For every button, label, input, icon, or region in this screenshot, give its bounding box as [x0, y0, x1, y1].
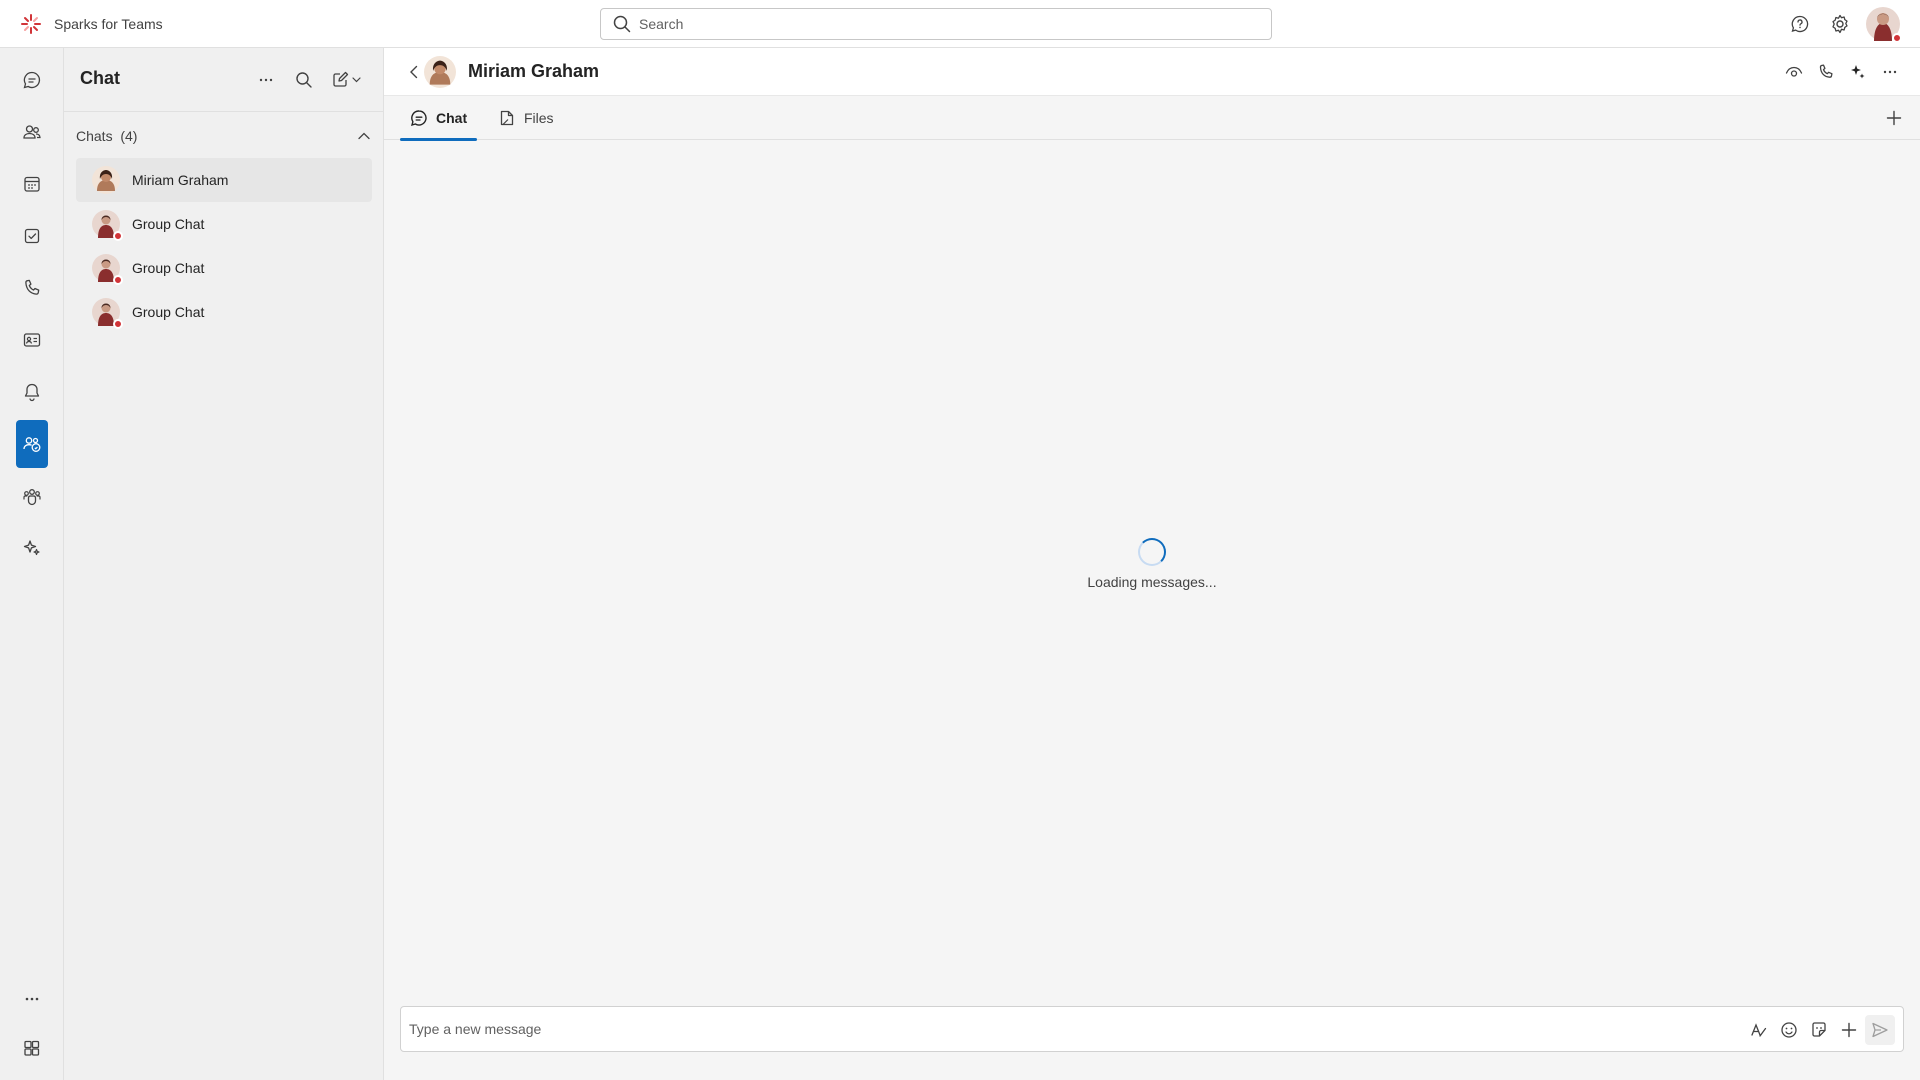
avatar [92, 298, 123, 329]
loading-indicator: Loading messages... [384, 538, 1920, 590]
chat-list-title: Chat [80, 68, 120, 88]
loading-text: Loading messages... [1087, 574, 1217, 590]
presence-busy-badge [113, 275, 123, 285]
avatar [92, 166, 120, 194]
plus-icon[interactable] [1835, 1016, 1863, 1044]
rail-chat-button[interactable] [16, 56, 48, 104]
top-right-controls [1786, 6, 1902, 43]
app-rail [0, 48, 64, 1080]
rail-community-button[interactable] [16, 420, 48, 468]
conversation-actions [1780, 58, 1904, 86]
eye-icon[interactable] [1780, 58, 1808, 86]
presence-busy-badge [113, 319, 123, 329]
chat-item-name: Miriam Graham [132, 172, 229, 188]
people-chat-icon [22, 434, 42, 454]
sparkle-icon [22, 538, 42, 558]
new-chat-icon[interactable] [328, 66, 368, 94]
spinner-icon [1138, 538, 1166, 566]
conversation-title: Miriam Graham [468, 61, 600, 81]
chat-icon [22, 70, 42, 90]
search-icon [613, 15, 631, 33]
rail-activity-button[interactable] [16, 368, 48, 416]
rail-copilot-button[interactable] [16, 524, 48, 572]
apps-icon [22, 1038, 42, 1058]
presence-busy-badge [1892, 33, 1902, 43]
search-box[interactable] [600, 8, 1272, 40]
chat-item-miriam-graham[interactable]: Miriam Graham [76, 158, 372, 202]
bell-icon [22, 382, 42, 402]
app-title: Sparks for Teams [54, 16, 163, 32]
chat-item-group-chat[interactable]: Group Chat [76, 290, 372, 334]
message-input[interactable] [409, 1015, 1709, 1043]
chat-item-name: Group Chat [132, 260, 205, 276]
avatar [92, 254, 123, 285]
more-icon [22, 989, 42, 1009]
chats-count: (4) [120, 128, 138, 144]
more-options-icon[interactable] [252, 66, 280, 94]
conversation-header: Miriam Graham [384, 48, 1920, 96]
brand: Sparks for Teams [20, 12, 163, 36]
chat-item-group-chat[interactable]: Group Chat [76, 246, 372, 290]
chevron-up-icon[interactable] [356, 128, 372, 144]
conversation-tabs: Chat Files [384, 96, 1920, 141]
sparks-logo-icon [20, 13, 42, 35]
rail-apps-button[interactable] [16, 1024, 48, 1072]
rail-teams-button[interactable] [16, 472, 48, 520]
avatar [92, 210, 123, 241]
search-chats-icon[interactable] [290, 66, 318, 94]
calls-icon [22, 278, 42, 298]
settings-icon[interactable] [1826, 10, 1854, 38]
tab-label: Files [524, 110, 554, 126]
tab-chat[interactable]: Chat [400, 96, 478, 141]
message-composer[interactable] [400, 1006, 1904, 1052]
add-tab-plus-icon[interactable] [1880, 104, 1908, 132]
rail-contacts-button[interactable] [16, 316, 48, 364]
composer-actions [1745, 1015, 1895, 1045]
chats-section-header[interactable]: Chats (4) [76, 124, 372, 148]
chats-section-label: Chats (4) [76, 128, 138, 144]
top-bar: Sparks for Teams [0, 0, 1920, 48]
chat-item-name: Group Chat [132, 304, 205, 320]
chat-icon [410, 109, 428, 127]
emoji-icon[interactable] [1775, 1016, 1803, 1044]
chat-item-name: Group Chat [132, 216, 205, 232]
help-icon[interactable] [1786, 10, 1814, 38]
format-icon[interactable] [1745, 1016, 1773, 1044]
chat-item-group-chat[interactable]: Group Chat [76, 202, 372, 246]
rail-calendar-button[interactable] [16, 160, 48, 208]
tab-label: Chat [436, 110, 468, 126]
chat-list-actions [252, 66, 368, 94]
more-options-icon[interactable] [1876, 58, 1904, 86]
teams-icon [22, 486, 42, 506]
conversation-pane: Miriam Graham Chat Files Loading message… [384, 48, 1920, 1080]
rail-more-button[interactable] [16, 975, 48, 1023]
presence-busy-badge [113, 231, 123, 241]
contact-card-icon [22, 330, 42, 350]
user-avatar[interactable] [1866, 7, 1902, 43]
chat-list-header: Chat [64, 48, 384, 112]
rail-people-button[interactable] [16, 108, 48, 156]
rail-calls-button[interactable] [16, 264, 48, 312]
call-icon[interactable] [1812, 58, 1840, 86]
chat-list-panel: Chat Chats (4) Miriam Graham Group Chat … [64, 48, 384, 1080]
calendar-icon [22, 174, 42, 194]
tasks-icon [22, 226, 42, 246]
people-icon [22, 122, 42, 142]
sticker-icon[interactable] [1805, 1016, 1833, 1044]
sparkle-icon[interactable] [1844, 58, 1872, 86]
avatar[interactable] [424, 56, 456, 88]
tab-files[interactable]: Files [488, 96, 564, 140]
files-icon [498, 109, 516, 127]
search-input[interactable] [639, 10, 1271, 38]
rail-tasks-button[interactable] [16, 212, 48, 260]
send-icon[interactable] [1865, 1015, 1895, 1045]
